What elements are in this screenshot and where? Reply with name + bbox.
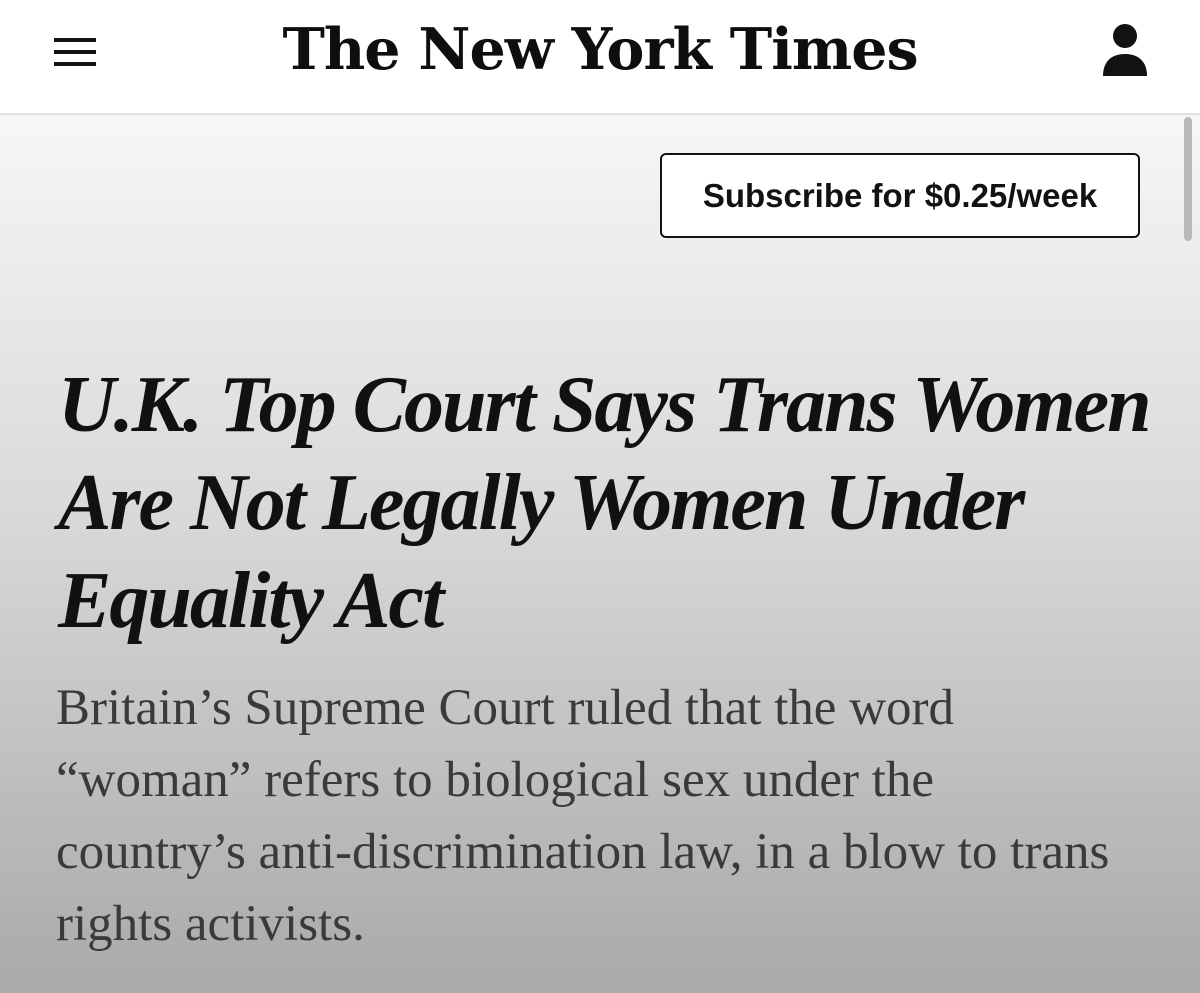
subscribe-button[interactable]: Subscribe for $0.25/week xyxy=(660,153,1140,238)
article-summary: Britain’s Supreme Court ruled that the w… xyxy=(56,680,1110,952)
scrollbar[interactable] xyxy=(1184,117,1192,241)
top-navigation-bar: The New York Times xyxy=(0,0,1200,115)
masthead-logo[interactable]: The New York Times xyxy=(0,6,1200,94)
article-headline[interactable]: U.K. Top Court Says Trans Women Are Not … xyxy=(58,356,1158,650)
person-icon[interactable] xyxy=(1101,22,1149,78)
